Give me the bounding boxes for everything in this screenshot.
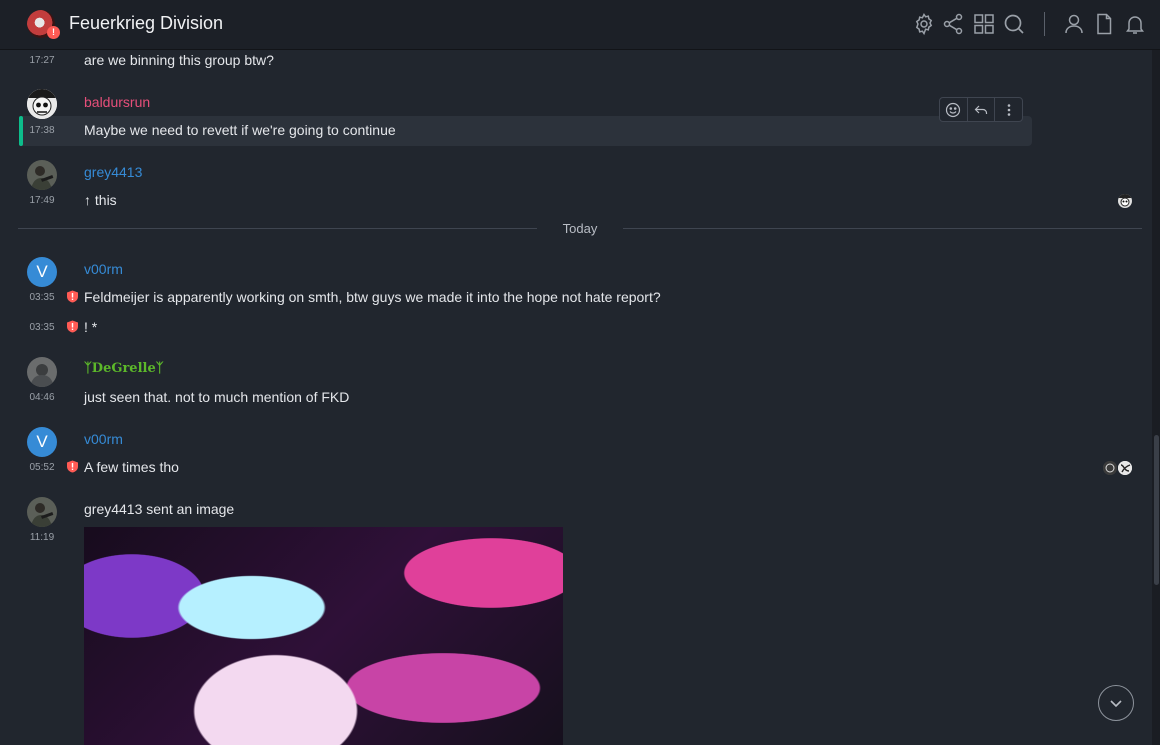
message-body: Feldmeijer is apparently working on smth…: [84, 289, 661, 305]
read-receipt-avatar[interactable]: [1102, 460, 1118, 476]
header-divider: [1044, 12, 1045, 36]
message-timestamp[interactable]: 04:46: [20, 392, 64, 403]
avatar[interactable]: V: [27, 257, 57, 287]
unverified-shield-icon[interactable]: [66, 320, 79, 333]
unverified-shield-icon[interactable]: [66, 460, 79, 473]
date-separator-line: [623, 228, 1142, 229]
avatar[interactable]: [27, 497, 57, 527]
apps-grid-icon[interactable]: [972, 12, 996, 36]
message-timestamp[interactable]: 17:38: [20, 125, 64, 136]
room-warning-badge: !: [47, 26, 60, 39]
more-options-icon: [1007, 103, 1010, 116]
message-body: are we binning this group btw?: [84, 52, 274, 68]
room-title[interactable]: Feuerkrieg Division: [69, 13, 223, 34]
chevron-down-icon: [1110, 700, 1122, 708]
reply-button[interactable]: [966, 98, 995, 121]
message-body: A few times tho: [84, 459, 179, 475]
message-timestamp[interactable]: 03:35: [20, 322, 64, 333]
avatar[interactable]: [27, 160, 57, 190]
read-receipt-avatar[interactable]: [1117, 193, 1133, 209]
message-action-bar: [939, 97, 1023, 122]
date-separator-line: [18, 228, 537, 229]
message-image[interactable]: [84, 527, 563, 745]
search-icon[interactable]: [1002, 12, 1026, 36]
timeline-scrollbar[interactable]: [1152, 50, 1160, 745]
message-timestamp[interactable]: 17:27: [20, 55, 64, 66]
options-button[interactable]: [994, 98, 1022, 121]
message-timestamp[interactable]: 11:19: [20, 532, 64, 543]
sender-name[interactable]: v00rm: [84, 431, 123, 447]
jump-to-latest-button[interactable]: [1098, 685, 1134, 721]
avatar[interactable]: V: [27, 427, 57, 457]
message-body: ! *: [84, 319, 98, 335]
user-icon[interactable]: [1062, 12, 1086, 36]
react-button[interactable]: [940, 98, 967, 121]
message-timestamp[interactable]: 05:52: [20, 462, 64, 473]
files-icon[interactable]: [1092, 12, 1116, 36]
settings-icon[interactable]: [912, 12, 936, 36]
sender-name[interactable]: ᛉDeGrelleᛉ: [84, 361, 164, 376]
avatar[interactable]: [27, 357, 57, 387]
avatar[interactable]: [27, 89, 57, 119]
message-body: just seen that. not to much mention of F…: [84, 389, 350, 405]
date-separator: Today: [562, 221, 598, 236]
timeline-scrollbar-thumb[interactable]: [1154, 435, 1159, 585]
message-body: grey4413 sent an image: [84, 501, 235, 517]
share-icon[interactable]: [941, 12, 965, 36]
message-body: Maybe we need to revett if we're going t…: [84, 122, 396, 138]
message-timeline: 17:27 are we binning this group btw? bal…: [0, 50, 1150, 745]
read-receipt-avatar[interactable]: [1117, 460, 1133, 476]
room-header: ! Feuerkrieg Division: [0, 0, 1160, 50]
message-body: ↑ this: [84, 192, 117, 208]
sender-name[interactable]: baldursrun: [84, 94, 150, 110]
sender-name[interactable]: v00rm: [84, 261, 123, 277]
message-timestamp[interactable]: 17:49: [20, 195, 64, 206]
unverified-shield-icon[interactable]: [66, 290, 79, 303]
message-timestamp[interactable]: 03:35: [20, 292, 64, 303]
sender-name[interactable]: grey4413: [84, 164, 142, 180]
smiley-icon: [946, 102, 961, 117]
reply-icon: [974, 105, 988, 114]
notifications-icon[interactable]: [1123, 12, 1147, 36]
